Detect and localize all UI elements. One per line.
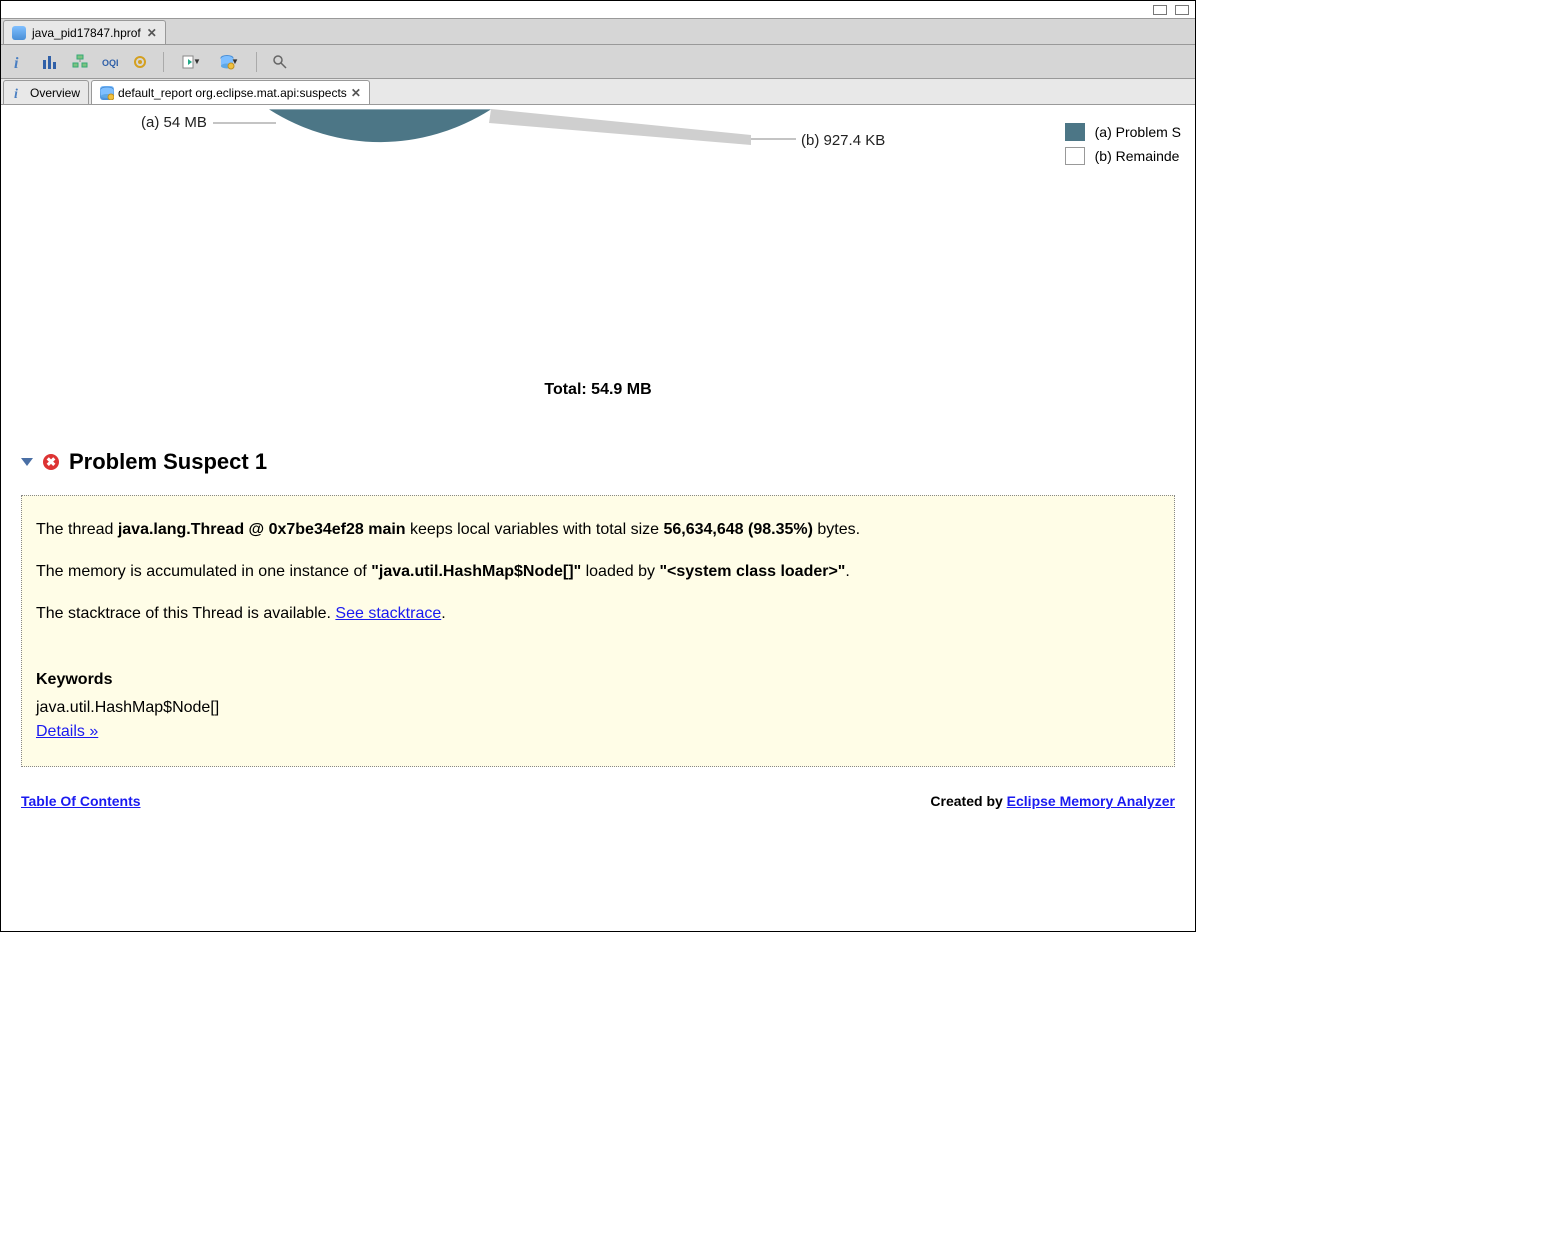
legend-item-a: (a) Problem S: [1065, 123, 1181, 141]
report-content: (a) 54 MB (b) 927.4 KB Total: 54.9 MB (a…: [1, 105, 1195, 931]
query-browser-dropdown[interactable]: ▼: [216, 53, 242, 71]
swatch-a: [1065, 123, 1085, 141]
keyword-value: java.util.HashMap$Node[]: [36, 696, 1160, 720]
problem-detail-box: The thread java.lang.Thread @ 0x7be34ef2…: [21, 495, 1175, 767]
close-icon[interactable]: ✕: [147, 26, 157, 40]
editor-tab-label: java_pid17847.hprof: [32, 26, 141, 40]
app-window: java_pid17847.hprof ✕ i OQL ▼ ▼ i Overvi…: [0, 0, 1196, 932]
detail-paragraph-2: The memory is accumulated in one instanc…: [36, 560, 1160, 584]
report-icon: [100, 86, 114, 100]
maximize-button[interactable]: [1175, 5, 1189, 15]
collapse-icon[interactable]: [21, 458, 33, 466]
legend-label: (b) Remainde: [1095, 148, 1180, 164]
separator: [256, 52, 257, 72]
chart-legend: (a) Problem S (b) Remainde: [1065, 123, 1181, 171]
run-report-dropdown[interactable]: ▼: [178, 53, 204, 71]
details-link[interactable]: Details »: [36, 723, 98, 740]
tab-overview[interactable]: i Overview: [3, 80, 89, 104]
toolbar: i OQL ▼ ▼: [1, 45, 1195, 79]
chart-slice-a-label: (a) 54 MB: [141, 114, 207, 131]
detail-paragraph-1: The thread java.lang.Thread @ 0x7be34ef2…: [36, 518, 1160, 542]
minimize-button[interactable]: [1153, 5, 1167, 15]
editor-tab-hprof[interactable]: java_pid17847.hprof ✕: [3, 20, 166, 44]
error-icon: ✖: [43, 454, 59, 470]
section-header[interactable]: ✖ Problem Suspect 1: [21, 449, 1195, 475]
editor-tabs: java_pid17847.hprof ✕: [1, 19, 1195, 45]
svg-text:OQL: OQL: [102, 58, 118, 68]
report-footer: Table Of Contents Created by Eclipse Mem…: [1, 787, 1195, 813]
analyzer-link[interactable]: Eclipse Memory Analyzer: [1007, 793, 1175, 809]
created-by: Created by Eclipse Memory Analyzer: [930, 793, 1175, 809]
separator: [163, 52, 164, 72]
legend-label: (a) Problem S: [1095, 124, 1181, 140]
dominator-tree-icon[interactable]: [71, 53, 89, 71]
toc-link[interactable]: Table Of Contents: [21, 793, 141, 809]
info-icon: i: [12, 86, 26, 100]
svg-text:i: i: [14, 55, 19, 70]
oql-icon[interactable]: OQL: [101, 53, 119, 71]
svg-text:i: i: [14, 87, 18, 100]
see-stacktrace-link[interactable]: See stacktrace: [335, 605, 441, 622]
detail-paragraph-3: The stacktrace of this Thread is availab…: [36, 602, 1160, 626]
search-icon[interactable]: [271, 53, 289, 71]
section-title: Problem Suspect 1: [69, 449, 267, 475]
tab-default-report[interactable]: default_report org.eclipse.mat.api:suspe…: [91, 80, 370, 104]
gear-icon[interactable]: [131, 53, 149, 71]
histogram-icon[interactable]: [41, 53, 59, 71]
legend-item-b: (b) Remainde: [1065, 147, 1181, 165]
swatch-b: [1065, 147, 1085, 165]
sub-tabs: i Overview default_report org.eclipse.ma…: [1, 79, 1195, 105]
tab-label: Overview: [30, 86, 80, 100]
heap-dump-icon: [12, 26, 26, 40]
keywords-heading: Keywords: [36, 671, 112, 688]
pie-chart: (a) 54 MB (b) 927.4 KB: [1, 105, 1181, 375]
chart-slice-b-label: (b) 927.4 KB: [801, 132, 885, 149]
close-icon[interactable]: ✕: [351, 86, 361, 100]
tab-label: default_report org.eclipse.mat.api:suspe…: [118, 86, 347, 100]
info-icon[interactable]: i: [11, 53, 29, 71]
window-controls: [1, 1, 1195, 19]
chart-total: Total: 54.9 MB: [1, 381, 1195, 399]
